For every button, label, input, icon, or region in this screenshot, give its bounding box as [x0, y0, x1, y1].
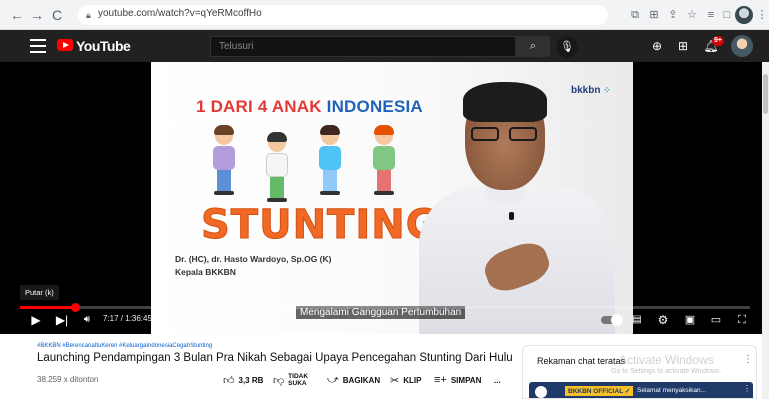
volume-icon[interactable]: 🔊︎ [80, 312, 94, 328]
share-icon[interactable]: ⇪ [665, 7, 681, 23]
autoplay-toggle[interactable] [601, 314, 623, 326]
time-display: 7:17 / 1:36:45 [103, 314, 152, 323]
windows-watermark-sub: Go to Settings to activate Windows. [611, 368, 722, 375]
back-icon[interactable]: ← [8, 6, 26, 24]
chat-avatar [535, 386, 547, 398]
reading-list-icon[interactable]: ≡ [703, 7, 719, 23]
create-video-icon[interactable]: ⊕ [648, 38, 666, 54]
chat-replay-panel: Rekaman chat teratas Activate Windows Go… [522, 345, 757, 399]
bookmark-star-icon[interactable]: ☆ [684, 7, 700, 23]
share-label: BAGIKAN [342, 375, 381, 385]
frame-headline: 1 DARI 4 ANAK INDONESIA [196, 97, 423, 116]
speaker-figure [401, 62, 633, 334]
translate-icon[interactable]: ⊞ [646, 7, 662, 23]
clip-label: KLIP [403, 375, 422, 385]
kid-illustration [209, 125, 239, 197]
scissors-icon: ✂ [390, 374, 400, 387]
clip-button[interactable]: ✂ KLIP [390, 371, 421, 389]
speaker-name: Dr. (HC), dr. Hasto Wardoyo, Sp.OG (K) [175, 254, 332, 264]
play-icon[interactable]: ▶ [30, 312, 42, 328]
address-bar[interactable]: 🔒︎ youtube.com/watch?v=qYeRMcoffHo [78, 5, 608, 25]
lock-icon: 🔒︎ [86, 10, 91, 20]
save-label: SIMPAN [450, 375, 482, 385]
profile-avatar[interactable] [735, 6, 753, 24]
browser-toolbar: ← → C 🔒︎ youtube.com/watch?v=qYeRMcoffHo… [0, 0, 769, 30]
share-button[interactable]: ⤻ BAGIKAN [327, 371, 380, 389]
chat-author[interactable]: BKKBN OFFICIAL ✓ [565, 386, 634, 396]
save-button[interactable]: ≡+ SIMPAN [434, 371, 481, 389]
youtube-header: YouTube ⌕ 🎙︎ ⊕ ⊞ 🔔︎ 9+ [0, 30, 769, 62]
chat-message: BKKBN OFFICIAL ✓ Selamat menyaksikan... … [529, 382, 753, 398]
forward-icon[interactable]: → [28, 6, 46, 24]
chat-message-text: Selamat menyaksikan... [637, 387, 707, 394]
chat-row-menu-icon[interactable]: ⋮ [743, 384, 751, 393]
thumbs-up-icon: 👍︎ [223, 374, 235, 387]
like-button[interactable]: 👍︎ 3,3 RB [223, 371, 263, 389]
notification-badge: 9+ [712, 36, 724, 46]
youtube-logo-text[interactable]: YouTube [76, 38, 131, 54]
like-count: 3,3 RB [238, 375, 264, 385]
thumbs-down-icon: 👎︎ [273, 374, 285, 387]
dislike-label: TIDAK SUKA [288, 373, 309, 387]
video-frame: bkkbn ⁘ 1 DARI 4 ANAK INDONESIA STUNTING… [151, 62, 633, 334]
chat-title[interactable]: Rekaman chat teratas [537, 356, 625, 366]
theater-mode-icon[interactable]: ▭ [709, 312, 723, 328]
fullscreen-icon[interactable]: ⛶ [735, 312, 749, 328]
progress-played [20, 306, 75, 309]
more-icon: ... [494, 375, 501, 385]
scrollbar-thumb[interactable] [763, 74, 768, 114]
hamburger-menu-icon[interactable] [30, 39, 46, 53]
speaker-role: Kepala BKKBN [175, 267, 236, 277]
progress-bar[interactable] [20, 303, 750, 312]
video-player[interactable]: bkkbn ⁘ 1 DARI 4 ANAK INDONESIA STUNTING… [0, 62, 769, 334]
settings-gear-icon[interactable]: ⚙ [656, 312, 670, 328]
progress-scrubber[interactable] [70, 303, 80, 312]
apps-grid-icon[interactable]: ⊞ [674, 38, 692, 54]
install-icon[interactable]: ⧉ [627, 7, 643, 23]
reload-icon[interactable]: C [48, 6, 66, 24]
subtitles-icon[interactable]: ▤ [630, 312, 644, 328]
kid-illustration [369, 125, 399, 197]
account-avatar[interactable] [731, 35, 753, 57]
side-panel-icon[interactable]: □ [719, 7, 735, 23]
kid-illustration [262, 132, 292, 204]
miniplayer-icon[interactable]: ▣ [683, 312, 697, 328]
kid-illustration [315, 125, 345, 197]
view-count: 38.259 x ditonton [37, 375, 99, 384]
dislike-button[interactable]: 👎︎ TIDAK SUKA [273, 371, 308, 389]
play-tooltip: Putar (k) [20, 285, 59, 300]
menu-kebab-icon[interactable]: ⋮ [754, 7, 769, 23]
url-text: youtube.com/watch?v=qYeRMcoffHo [98, 8, 262, 19]
video-title: Launching Pendampingan 3 Bulan Pra Nikah… [37, 352, 513, 364]
share-arrow-icon: ⤻ [327, 373, 339, 386]
more-actions-button[interactable]: ... [494, 371, 501, 389]
search-input[interactable] [210, 36, 516, 57]
chat-menu-kebab-icon[interactable]: ⋮ [743, 354, 753, 365]
playlist-add-icon: ≡+ [434, 374, 447, 386]
video-hashtags[interactable]: #BKKBN #BerencanaItuKeren #KeluargaIndon… [37, 343, 212, 349]
next-icon[interactable]: ▶| [55, 312, 69, 328]
microphone-icon[interactable]: 🎙︎ [556, 36, 578, 58]
search-icon[interactable]: ⌕ [516, 36, 550, 57]
windows-watermark: Activate Windows [619, 353, 714, 367]
youtube-logo-icon[interactable] [57, 39, 73, 51]
page-scrollbar[interactable] [762, 62, 769, 399]
